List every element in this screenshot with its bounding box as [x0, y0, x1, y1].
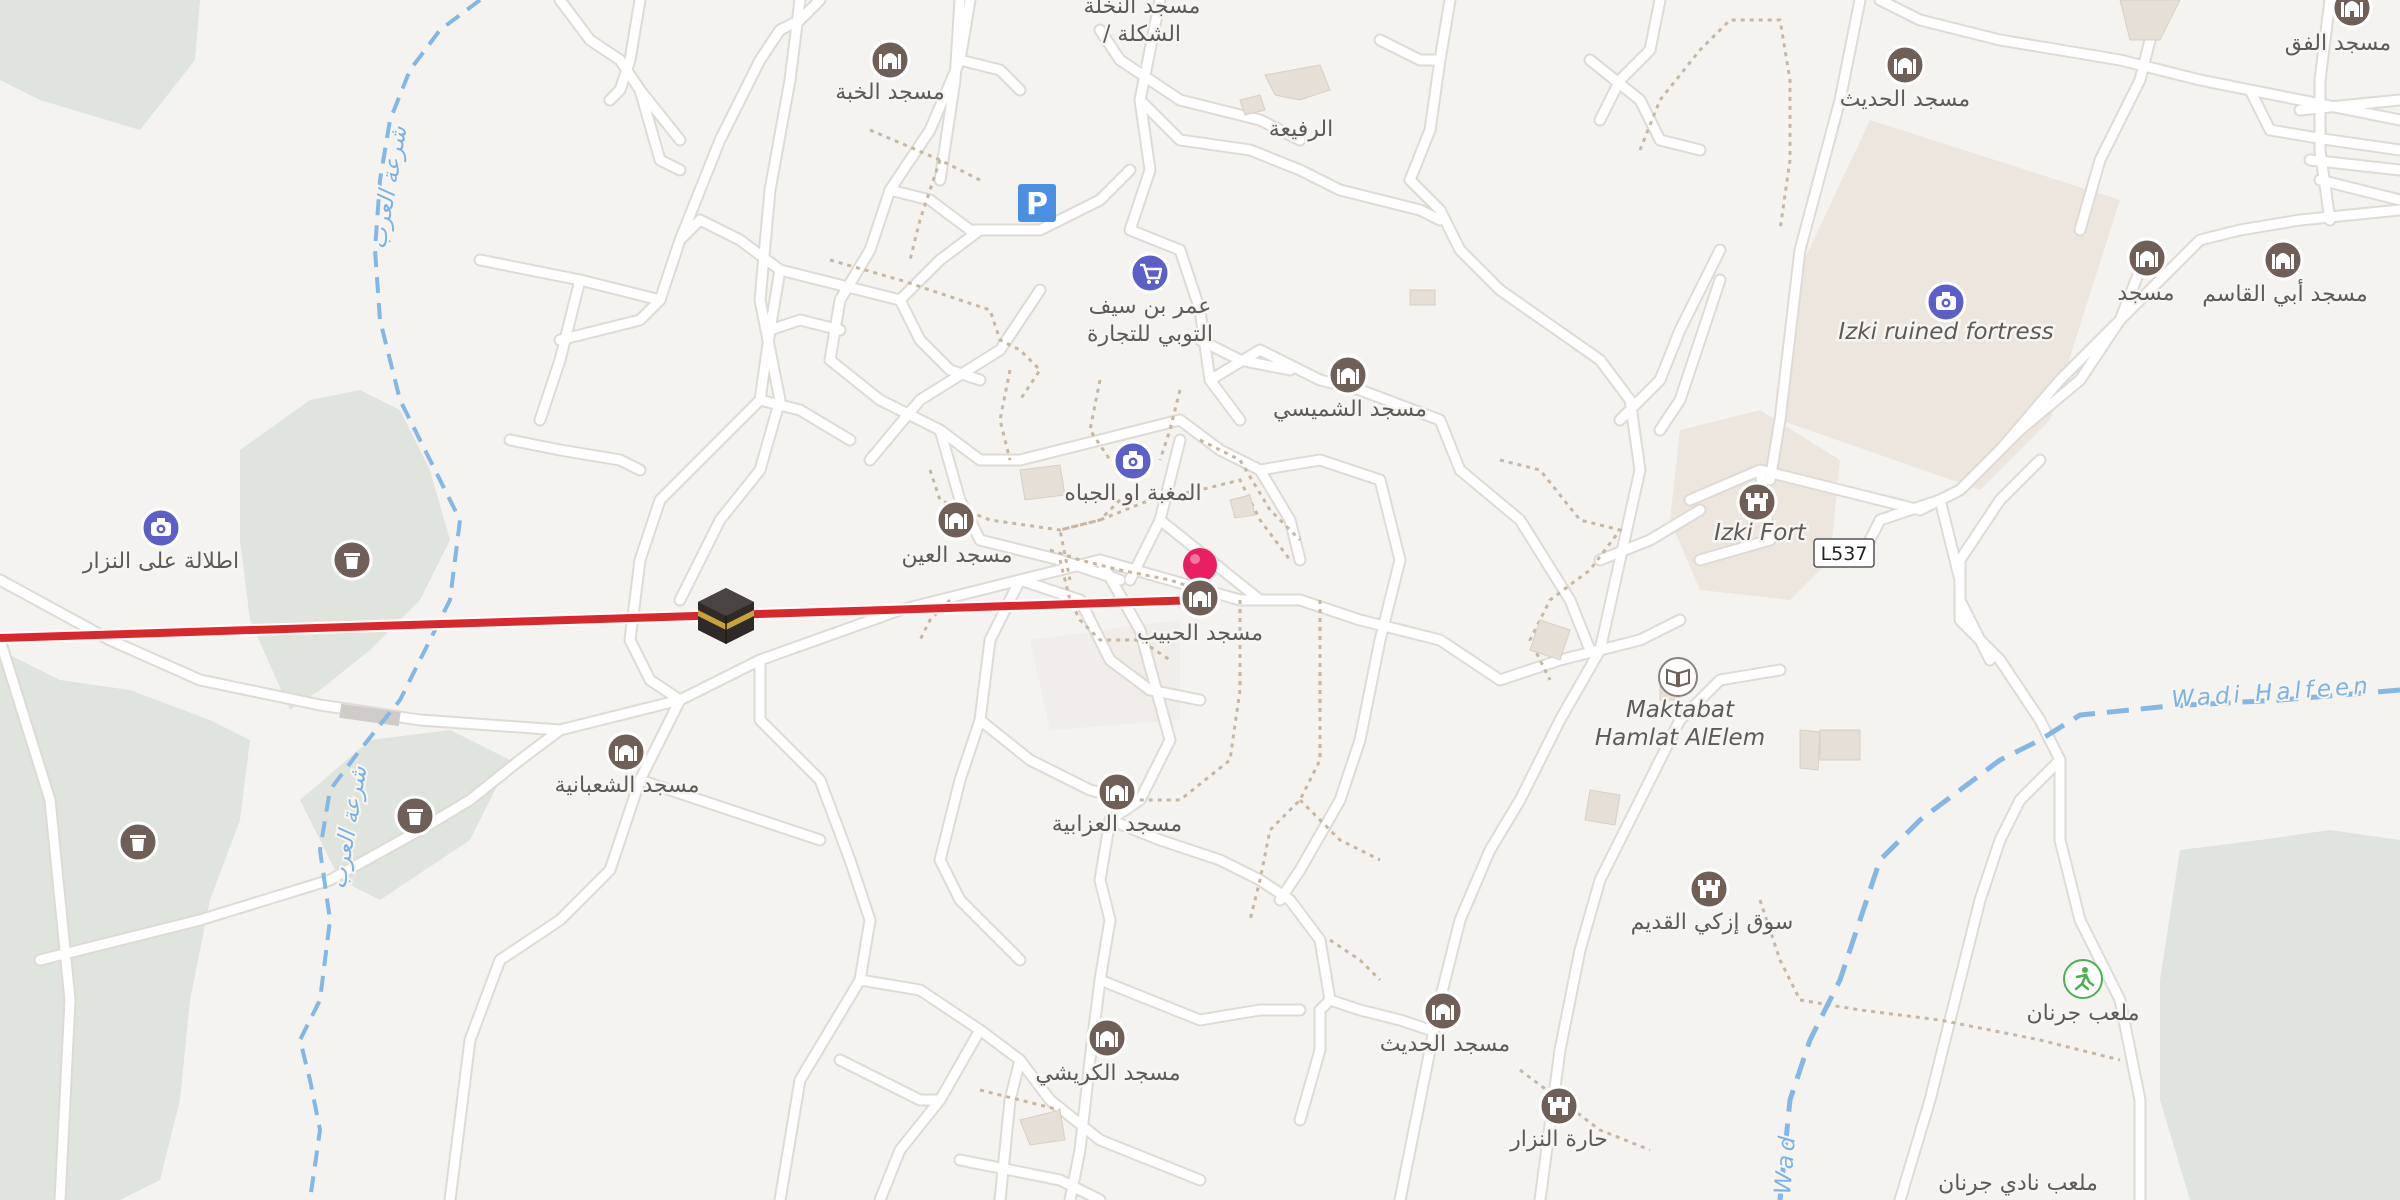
label-souq-izki: سوق إزكي القديم: [1631, 910, 1794, 935]
label-izki-ruined-fortress: Izki ruined fortress: [1838, 319, 2053, 345]
label-masjid-alhadith-bottom: مسجد الحديث: [1380, 1032, 1510, 1057]
parking-label: P: [1026, 187, 1048, 222]
mosque-icon[interactable]: [1179, 577, 1221, 619]
label-itlala: اطلالة على النزار: [82, 549, 239, 574]
label-izki-fort: Izki Fort: [1714, 520, 1807, 546]
label-almaghba: المغبة او الجباه: [1064, 481, 1201, 506]
mosque-icon[interactable]: [1884, 44, 1926, 86]
route-line: [0, 594, 1201, 644]
label-alrafea: الرفيعة: [1269, 117, 1334, 142]
kaaba-icon[interactable]: [698, 588, 754, 644]
label-wadi-partial: Wad: [1770, 1131, 1801, 1195]
label-masjid-alazabiya: مسجد العزابية: [1052, 812, 1182, 837]
label-masjid-alshabaniya: مسجد الشعبانية: [554, 773, 699, 798]
castle-icon[interactable]: [1688, 868, 1730, 910]
mosque-icon[interactable]: [605, 731, 647, 773]
camera-icon[interactable]: [140, 507, 182, 549]
label-masjid-alkhuba: مسجد الخبة: [835, 80, 945, 105]
label-maktabat-line2: Hamlat AlElem: [1595, 725, 1765, 751]
waste-bin-icon[interactable]: [117, 821, 159, 863]
label-sharia-alarb-1: شرعة العرب: [365, 124, 412, 252]
library-book-icon[interactable]: [1658, 657, 1698, 697]
label-masjid-alfaqih: مسجد الفق: [2285, 31, 2391, 56]
label-malab-nadi-jarnan: ملعب نادي جرنان: [1938, 1171, 2098, 1196]
svg-text:L537: L537: [1821, 543, 1868, 565]
label-masjid-alhadith-top: مسجد الحديث: [1840, 87, 1970, 112]
parking-icon[interactable]: P: [1018, 184, 1056, 222]
label-wadi-halfeen: Wadi Halfeen: [2171, 673, 2373, 713]
mosque-icon[interactable]: [1096, 771, 1138, 813]
mosque-icon[interactable]: [2126, 237, 2168, 279]
label-maktabat-line1: Maktabat: [1626, 697, 1735, 723]
mosque-icon[interactable]: [2331, 0, 2373, 29]
label-malab-jarnan: ملعب جرنان: [2027, 1001, 2140, 1026]
mosque-icon[interactable]: [1327, 354, 1369, 396]
label-harat-alnizar: حارة النزار: [1509, 1127, 1608, 1152]
label-masjid-alnakhla: مسجد النخلة: [1084, 0, 1201, 19]
shopping-cart-icon[interactable]: [1129, 252, 1171, 294]
castle-icon[interactable]: [1736, 481, 1778, 523]
road-shield-l537: L537: [1813, 538, 1875, 568]
label-masjid-short: مسجد: [2117, 281, 2174, 306]
map-canvas[interactable]: P L537 مسجد النخلة / الشكلة مسجد الخبة ا…: [0, 0, 2400, 1200]
camera-icon[interactable]: [1112, 440, 1154, 482]
mosque-icon[interactable]: [869, 39, 911, 81]
camera-icon[interactable]: [1925, 281, 1967, 323]
label-omar-line2: التوبي للتجارة: [1087, 322, 1213, 347]
mosque-icon[interactable]: [2262, 239, 2304, 281]
mosque-icon[interactable]: [935, 499, 977, 541]
mosque-icon[interactable]: [1086, 1017, 1128, 1059]
waste-bin-icon[interactable]: [394, 795, 436, 837]
mosque-icon[interactable]: [1422, 990, 1464, 1032]
label-masjid-alkurishi: مسجد الكريشي: [1035, 1061, 1180, 1086]
label-masjid-alhabib: مسجد الحبيب: [1137, 621, 1263, 646]
sports-pitch-icon[interactable]: [2063, 959, 2103, 999]
label-masjid-alshamisi: مسجد الشميسي: [1273, 397, 1427, 422]
label-alshakla: / الشكلة: [1103, 22, 1181, 47]
label-omar-line1: عمر بن سيف: [1089, 294, 1212, 319]
castle-icon[interactable]: [1538, 1085, 1580, 1127]
waste-bin-icon[interactable]: [331, 539, 373, 581]
label-masjid-alain: مسجد العين: [902, 543, 1013, 568]
label-masjid-abi-alqasim: مسجد أبي القاسم: [2202, 279, 2367, 307]
